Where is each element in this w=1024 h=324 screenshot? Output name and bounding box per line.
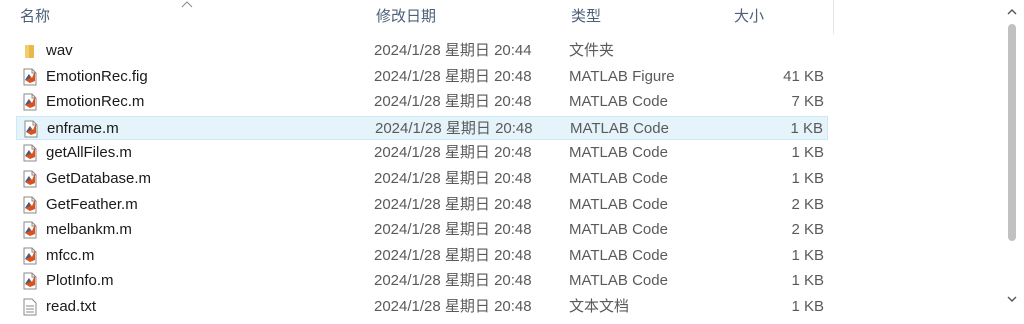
- column-header-size-label: 大小: [734, 8, 765, 25]
- file-type: MATLAB Code: [570, 119, 669, 137]
- file-size: 1 KB: [790, 119, 823, 137]
- matlab-file-icon: [21, 247, 39, 265]
- file-type: MATLAB Code: [569, 195, 668, 213]
- matlab-file-icon: [21, 144, 39, 162]
- file-size: 1 KB: [791, 298, 824, 315]
- file-modified-date: 2024/1/28 星期日 20:48: [374, 195, 532, 213]
- file-row[interactable]: wav 2024/1/28 星期日 20:44 文件夹: [16, 39, 828, 63]
- file-row[interactable]: PlotInfo.m 2024/1/28 星期日 20:48 MATLAB Code…: [16, 269, 828, 293]
- folder-icon: [21, 42, 39, 60]
- file-modified-date: 2024/1/28 星期日 20:48: [374, 170, 532, 187]
- file-row[interactable]: GetFeather.m 2024/1/28 星期日 20:48 MATLAB Co…: [16, 193, 828, 217]
- file-row[interactable]: mfcc.m 2024/1/28 星期日 20:48 MATLAB Code 1 KB: [16, 244, 828, 268]
- column-header-name[interactable]: 名称: [0, 0, 372, 34]
- column-header-type-label: 类型: [571, 8, 602, 25]
- file-name: PlotInfo.m: [46, 272, 114, 290]
- file-name: GetDatabase.m: [46, 170, 152, 187]
- column-header: 名称 修改日期 类型 大小: [0, 0, 1000, 34]
- file-size: 1 KB: [791, 144, 824, 162]
- file-size: [734, 39, 824, 63]
- file-type: 文件夹: [569, 42, 615, 59]
- file-type: MATLAB Code: [569, 221, 668, 239]
- matlab-file-icon: [21, 93, 39, 111]
- scroll-down-icon[interactable]: [1004, 291, 1020, 307]
- scrollbar-track[interactable]: [1000, 24, 1024, 286]
- file-modified-date: 2024/1/28 星期日 20:48: [375, 119, 533, 137]
- file-modified-date: 2024/1/28 星期日 20:48: [374, 221, 532, 239]
- file-name: enframe.m: [47, 119, 119, 137]
- matlab-file-icon: [21, 170, 39, 188]
- file-size: 7 KB: [791, 93, 824, 111]
- file-type: 文本文档: [569, 298, 630, 315]
- column-header-name-label: 名称: [20, 8, 51, 25]
- file-modified-date: 2024/1/28 星期日 20:48: [374, 298, 532, 315]
- file-type: MATLAB Code: [569, 170, 668, 187]
- column-header-size[interactable]: 大小: [714, 0, 834, 34]
- matlab-file-icon: [22, 120, 40, 138]
- file-type: MATLAB Code: [569, 246, 668, 264]
- file-name: getAllFiles.m: [46, 144, 132, 162]
- file-modified-date: 2024/1/28 星期日 20:48: [374, 144, 532, 162]
- file-modified-date: 2024/1/28 星期日 20:48: [374, 67, 532, 85]
- file-name: melbankm.m: [46, 221, 132, 239]
- file-row[interactable]: read.txt 2024/1/28 星期日 20:48 文本文档 1 KB: [16, 295, 828, 319]
- file-type: MATLAB Code: [569, 93, 668, 111]
- file-size: 1 KB: [791, 170, 824, 187]
- column-header-type[interactable]: 类型: [551, 0, 721, 34]
- file-size: 1 KB: [791, 246, 824, 264]
- file-size: 2 KB: [791, 221, 824, 239]
- file-modified-date: 2024/1/28 星期日 20:48: [374, 272, 532, 290]
- column-header-modified-label: 修改日期: [376, 8, 437, 25]
- file-modified-date: 2024/1/28 星期日 20:44: [374, 42, 532, 59]
- matlab-file-icon: [21, 196, 39, 214]
- file-row[interactable]: melbankm.m 2024/1/28 星期日 20:48 MATLAB Code…: [16, 218, 828, 242]
- file-row[interactable]: getAllFiles.m 2024/1/28 星期日 20:48 MATLAB C…: [16, 141, 828, 165]
- file-row[interactable]: enframe.m 2024/1/28 星期日 20:48 MATLAB Code 1…: [16, 115, 828, 140]
- file-name: wav: [46, 42, 73, 59]
- file-row[interactable]: EmotionRec.m 2024/1/28 星期日 20:48 MATLAB Co…: [16, 90, 828, 114]
- text-file-icon: [21, 298, 39, 316]
- file-name: read.txt: [46, 298, 97, 315]
- file-name: GetFeather.m: [46, 195, 138, 213]
- matlab-file-icon: [21, 272, 39, 290]
- scroll-up-icon[interactable]: [1004, 4, 1020, 20]
- file-modified-date: 2024/1/28 星期日 20:48: [374, 246, 532, 264]
- file-name: mfcc.m: [46, 246, 95, 264]
- file-row[interactable]: GetDatabase.m 2024/1/28 星期日 20:48 MATLAB C…: [16, 167, 828, 191]
- file-size: 2 KB: [791, 195, 824, 213]
- file-size: 1 KB: [791, 272, 824, 290]
- file-name: EmotionRec.fig: [46, 67, 148, 85]
- file-type: MATLAB Figure: [569, 67, 675, 85]
- sort-ascending-icon: [181, 1, 193, 8]
- matlab-file-icon: [21, 221, 39, 239]
- scrollbar-thumb[interactable]: [1008, 24, 1016, 241]
- file-name: EmotionRec.m: [46, 93, 145, 111]
- file-row[interactable]: EmotionRec.fig 2024/1/28 星期日 20:48 MATLAB …: [16, 65, 828, 89]
- file-size: 41 KB: [783, 67, 824, 85]
- file-modified-date: 2024/1/28 星期日 20:48: [374, 93, 532, 111]
- file-type: MATLAB Code: [569, 144, 668, 162]
- vertical-scrollbar[interactable]: [1000, 0, 1024, 311]
- matlab-file-icon: [21, 68, 39, 86]
- file-type: MATLAB Code: [569, 272, 668, 290]
- column-header-modified[interactable]: 修改日期: [356, 0, 556, 34]
